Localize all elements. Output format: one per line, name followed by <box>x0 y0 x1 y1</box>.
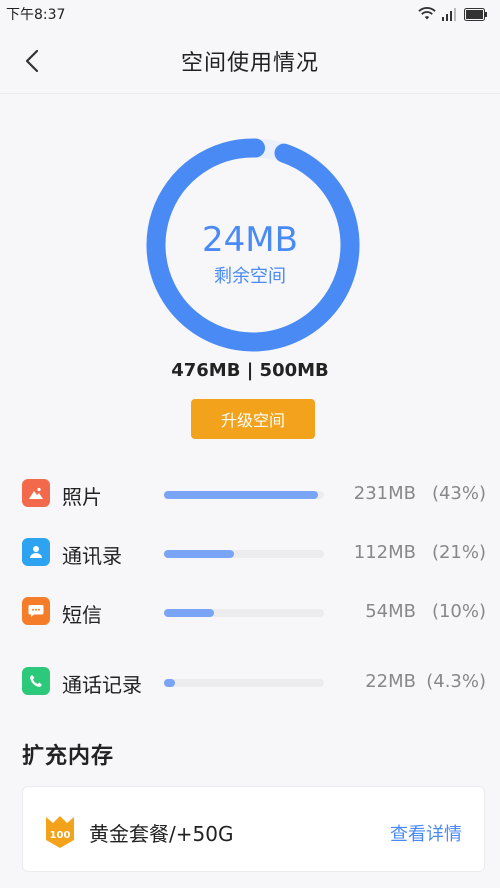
storage-bar-fill <box>164 550 235 558</box>
storage-row-label: 照片 <box>62 485 102 509</box>
storage-row-label: 通话记录 <box>62 673 142 697</box>
photo-icon <box>22 479 50 507</box>
storage-row-size: 22MB <box>365 671 416 692</box>
signal-icon <box>442 7 456 21</box>
gold-plan-card[interactable]: 100 黄金套餐/+50G 查看详情 <box>22 786 485 872</box>
storage-row-messages[interactable]: 短信 54MB (10%) <box>0 594 500 630</box>
storage-row-size: 231MB <box>353 483 416 504</box>
storage-row-contacts[interactable]: 通讯录 112MB (21%) <box>0 535 500 571</box>
storage-row-percent: (43%) <box>431 483 486 504</box>
plan-name: 黄金套餐/+50G <box>89 822 234 846</box>
contacts-icon <box>22 538 50 566</box>
phone-icon <box>22 667 50 695</box>
storage-bar-track <box>164 679 324 687</box>
message-icon <box>22 597 50 625</box>
storage-row-photos[interactable]: 照片 231MB (43%) <box>0 476 500 512</box>
view-details-link[interactable]: 查看详情 <box>390 820 462 846</box>
plan-badge-number: 100 <box>50 830 71 841</box>
battery-icon <box>464 7 487 21</box>
back-button[interactable] <box>14 43 50 79</box>
storage-row-percent: (10%) <box>431 601 486 622</box>
storage-row-percent: (4.3%) <box>426 671 486 692</box>
usage-summary: 476MB | 500MB <box>171 360 329 381</box>
storage-row-size: 112MB <box>353 542 416 563</box>
status-icons <box>418 7 488 21</box>
status-bar: 下午8:37 <box>0 0 500 28</box>
remaining-space-value: 24MB <box>202 220 298 260</box>
storage-row-label: 通讯录 <box>62 544 122 568</box>
nav-bar: 空间使用情况 <box>0 28 500 94</box>
storage-bar-track <box>164 609 324 617</box>
back-arrow-icon <box>25 49 39 73</box>
storage-bar-fill <box>164 609 214 617</box>
storage-bar-track <box>164 550 324 558</box>
storage-row-size: 54MB <box>365 601 416 622</box>
storage-bar-fill <box>164 491 318 499</box>
storage-row-percent: (21%) <box>431 542 486 563</box>
wifi-icon <box>418 7 436 20</box>
expand-storage-heading: 扩充内存 <box>22 744 115 769</box>
storage-bar-fill <box>164 679 176 687</box>
upgrade-space-button[interactable]: 升级空间 <box>191 399 315 439</box>
storage-bar-track <box>164 491 324 499</box>
status-time: 下午8:37 <box>6 7 66 23</box>
crown-badge-icon: 100 <box>46 816 74 848</box>
storage-row-label: 短信 <box>62 603 102 627</box>
storage-row-call-log[interactable]: 通话记录 22MB (4.3%) <box>0 664 500 700</box>
remaining-space-label: 剩余空间 <box>214 266 286 287</box>
page-title: 空间使用情况 <box>180 50 319 76</box>
